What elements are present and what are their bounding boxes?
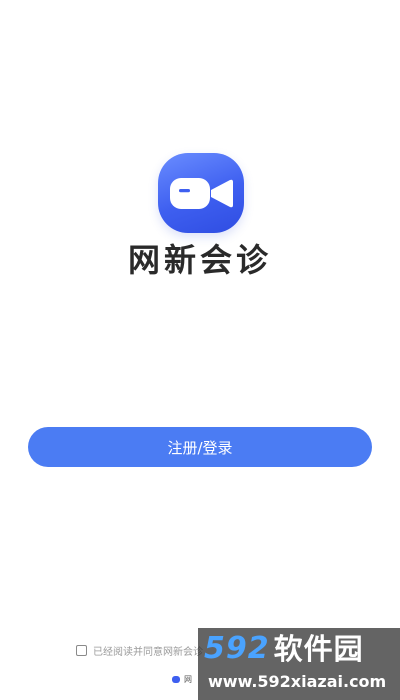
mini-logo-icon: [172, 676, 180, 683]
footer-brand: 网: [172, 674, 192, 685]
watermark-title: 592 软件园: [204, 631, 364, 667]
watermark-url: www.592xiazai.com: [208, 672, 387, 691]
watermark-overlay: 592 软件园 www.592xiazai.com: [198, 628, 400, 700]
register-login-button[interactable]: 注册/登录: [28, 427, 372, 467]
watermark-number: 592: [204, 631, 270, 666]
watermark-name: 软件园: [273, 632, 364, 666]
agreement-text: 已经阅读并同意网新会诊: [93, 646, 203, 658]
app-title: 网新会诊: [127, 241, 272, 279]
agreement-checkbox[interactable]: [76, 644, 87, 656]
video-camera-icon: [170, 178, 233, 209]
splash-screen: 网新会诊 注册/登录 已经阅读并同意网新会诊 网 592 软件园 www.592…: [0, 0, 400, 700]
app-logo: [158, 153, 244, 233]
footer-text: 网: [184, 675, 192, 684]
agreement-row[interactable]: 已经阅读并同意网新会诊: [76, 642, 203, 658]
